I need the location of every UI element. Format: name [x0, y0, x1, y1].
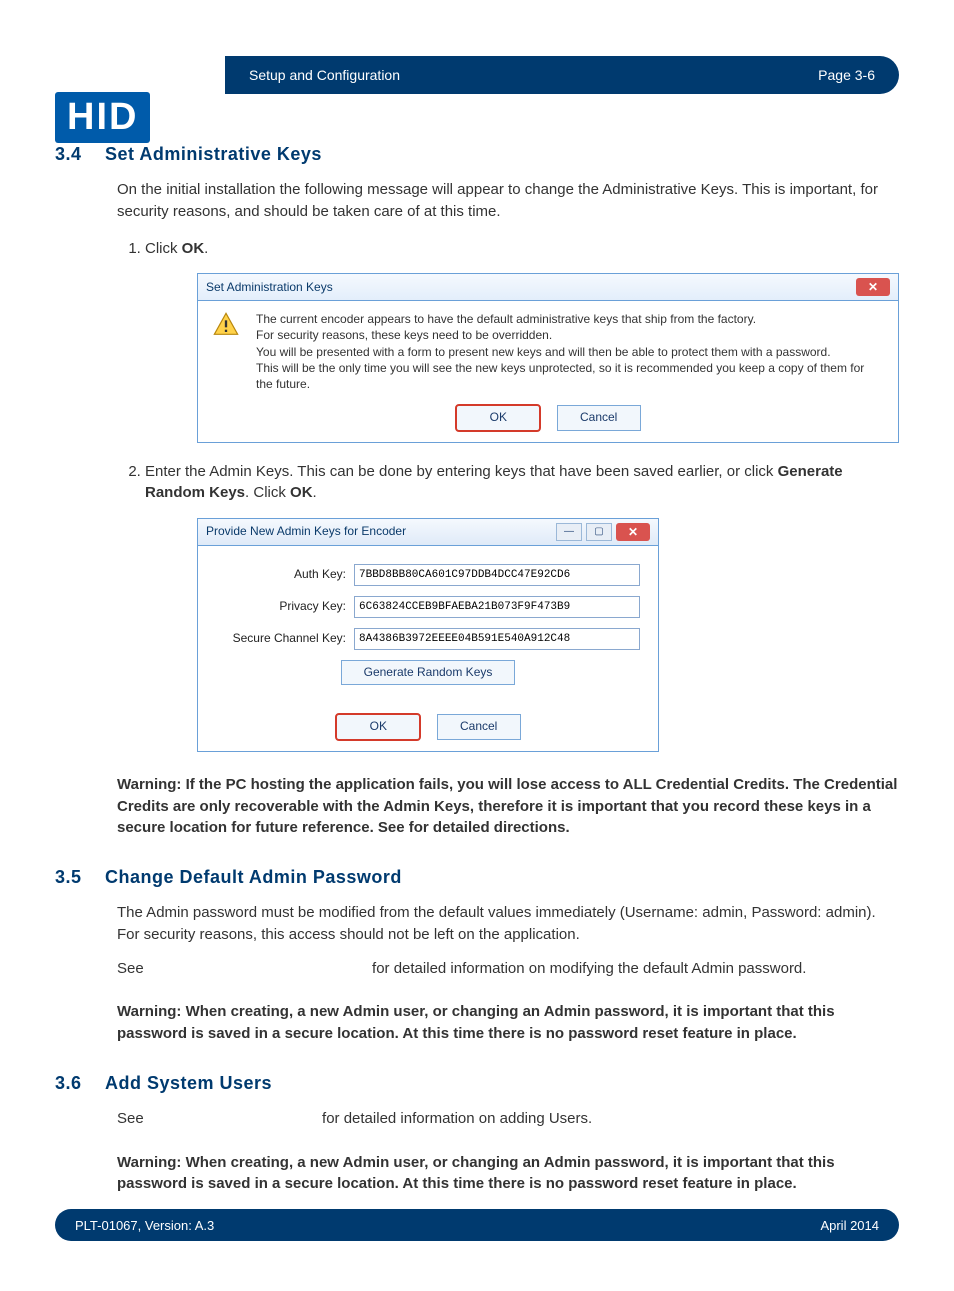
section-title: Change Default Admin Password [105, 867, 402, 888]
header-bar: Setup and Configuration Page 3-6 [225, 56, 899, 94]
logo-text: HID [55, 92, 150, 143]
section-number: 3.5 [55, 867, 105, 888]
dialog-title: Provide New Admin Keys for Encoder [206, 523, 406, 540]
warning-icon [212, 311, 240, 339]
brand-logo: HID [55, 92, 150, 143]
warning-text: Warning: When creating, a new Admin user… [117, 1001, 899, 1045]
cancel-button[interactable]: Cancel [437, 714, 521, 739]
section-title: Add System Users [105, 1073, 272, 1094]
close-icon[interactable]: ✕ [856, 278, 890, 296]
doc-id: PLT-01067, Version: A.3 [75, 1218, 214, 1233]
maximize-icon[interactable]: ▢ [586, 523, 612, 541]
page-number: Page 3-6 [818, 67, 875, 83]
footer-bar: PLT-01067, Version: A.3 April 2014 [55, 1209, 899, 1241]
section-number: 3.4 [55, 144, 105, 165]
dialog-line: This will be the only time you will see … [256, 360, 884, 392]
privacy-key-label: Privacy Key: [216, 598, 354, 615]
close-icon[interactable]: ✕ [616, 523, 650, 541]
secure-channel-key-input[interactable] [354, 628, 640, 650]
intro-text: On the initial installation the followin… [117, 179, 899, 223]
privacy-key-input[interactable] [354, 596, 640, 618]
set-admin-keys-dialog: Set Administration Keys ✕ The current en… [197, 273, 899, 442]
body-text: See for detailed information on adding U… [117, 1108, 899, 1130]
warning-text: Warning: When creating, a new Admin user… [117, 1152, 899, 1196]
cancel-button[interactable]: Cancel [557, 405, 641, 430]
auth-key-label: Auth Key: [216, 566, 354, 583]
ok-button[interactable]: OK [335, 713, 421, 740]
dialog-line: For security reasons, these keys need to… [256, 327, 884, 343]
ok-button[interactable]: OK [455, 404, 541, 431]
auth-key-input[interactable] [354, 564, 640, 586]
doc-date: April 2014 [820, 1218, 879, 1233]
body-text: The Admin password must be modified from… [117, 902, 899, 946]
generate-random-keys-button[interactable]: Generate Random Keys [341, 660, 516, 685]
provide-admin-keys-dialog: Provide New Admin Keys for Encoder — ▢ ✕… [197, 518, 659, 752]
step-1: Click OK. Set Administration Keys ✕ [145, 238, 899, 443]
dialog-line: You will be presented with a form to pre… [256, 344, 884, 360]
dialog-line: The current encoder appears to have the … [256, 311, 884, 327]
step-2: Enter the Admin Keys. This can be done b… [145, 461, 899, 752]
dialog-title: Set Administration Keys [206, 279, 333, 296]
minimize-icon[interactable]: — [556, 523, 582, 541]
breadcrumb: Setup and Configuration [249, 67, 400, 83]
section-number: 3.6 [55, 1073, 105, 1094]
secure-channel-key-label: Secure Channel Key: [216, 630, 354, 647]
body-text: See for detailed information on modifyin… [117, 958, 899, 980]
warning-text: Warning: If the PC hosting the applicati… [117, 774, 899, 839]
section-title: Set Administrative Keys [105, 144, 322, 165]
